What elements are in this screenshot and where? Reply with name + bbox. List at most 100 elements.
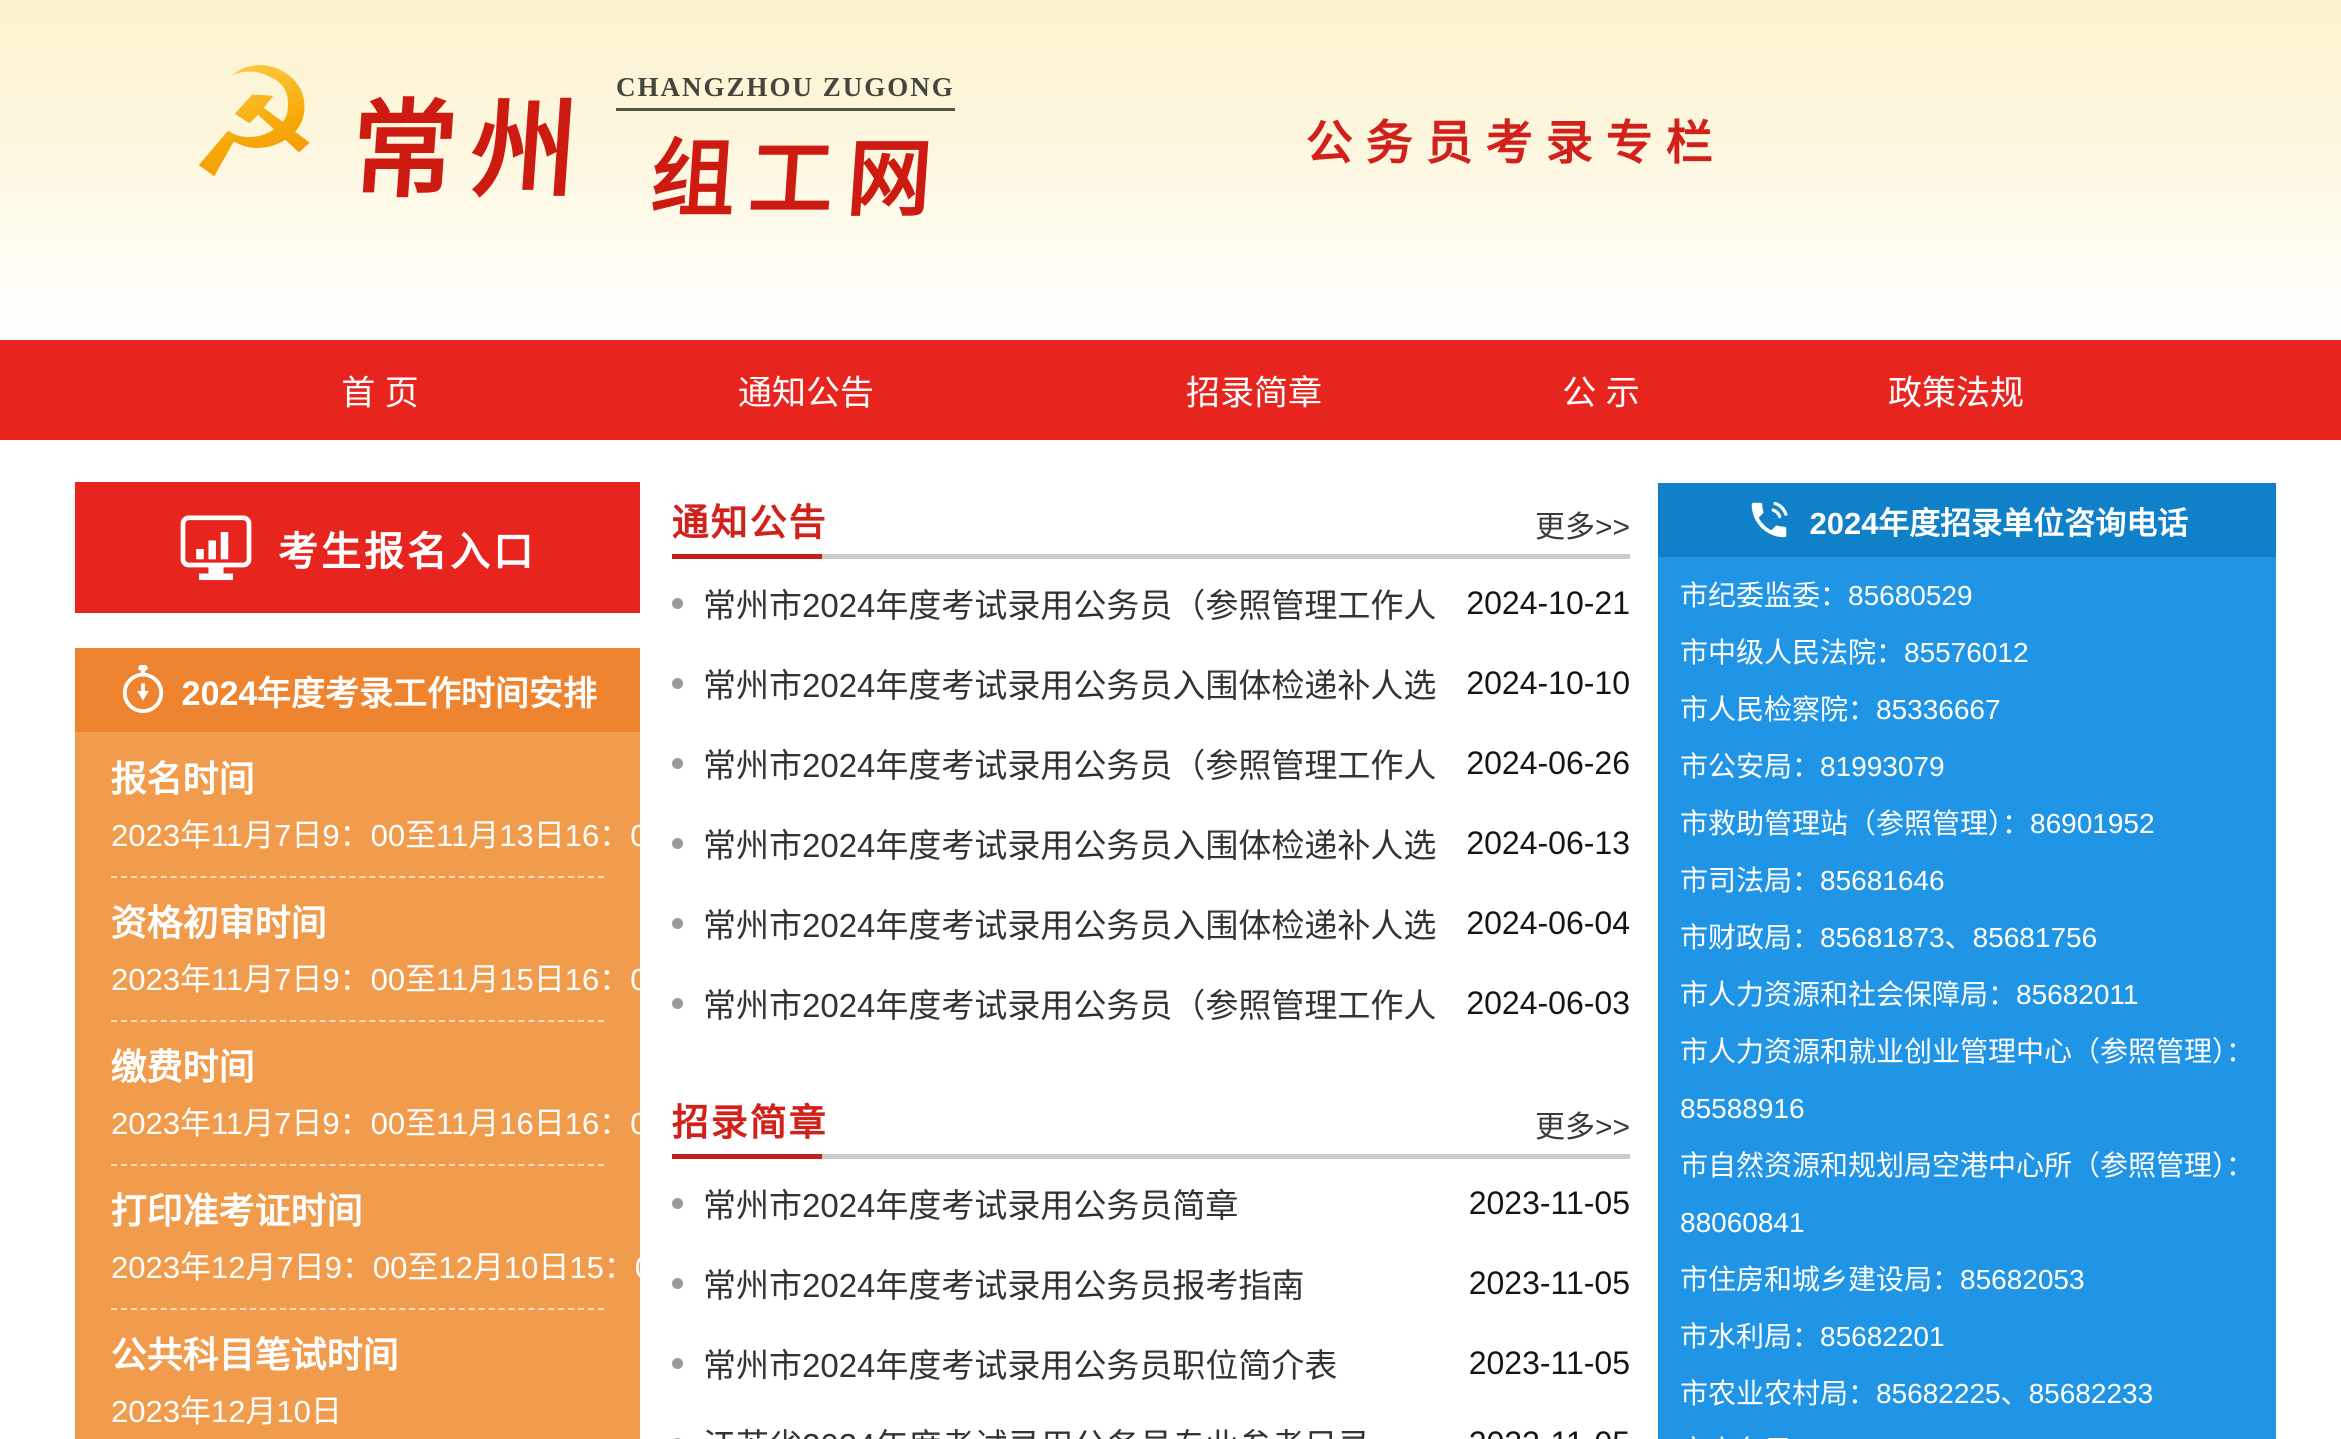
monitor-chart-icon bbox=[179, 515, 253, 581]
schedule-item: 资格初审时间 2023年11月7日9：00至11月15日16：00 bbox=[111, 900, 604, 1022]
notice-list-item: 常州市2024年度考试录用公务员入围体检递补人选 2024-06-04 bbox=[672, 883, 1630, 963]
notice-list-item: 常州市2024年度考试录用公务员（参照管理工作人 2024-06-26 bbox=[672, 723, 1630, 803]
schedule-item-time: 2023年12月10日 bbox=[111, 1392, 604, 1432]
schedule-item-name: 缴费时间 bbox=[111, 1044, 604, 1090]
recruit-list-item: 江苏省2024年度考试录用公务员专业参考目录 2023-11-05 bbox=[672, 1403, 1630, 1439]
notice-section-title: 通知公告 bbox=[672, 492, 828, 546]
phone-directory-entry: 市人力资源和就业创业管理中心（参照管理）：85588916 bbox=[1680, 1023, 2254, 1137]
notice-date: 2024-10-10 bbox=[1466, 665, 1630, 702]
phone-directory-entry: 市人力资源和社会保障局：85682011 bbox=[1680, 966, 2254, 1023]
site-logo-sub[interactable]: 组工网 bbox=[648, 112, 950, 233]
schedule-item: 报名时间 2023年11月7日9：00至11月13日16：00 bbox=[111, 756, 604, 878]
notice-list-item: 常州市2024年度考试录用公务员（参照管理工作人 2024-10-21 bbox=[672, 563, 1630, 643]
bullet-icon bbox=[672, 998, 683, 1009]
schedule-item: 打印准考证时间 2023年12月7日9：00至12月10日15：00 bbox=[111, 1188, 604, 1310]
recruit-link[interactable]: 常州市2024年度考试录用公务员报考指南 bbox=[703, 1259, 1449, 1307]
phone-directory-entry: 市中级人民法院：85576012 bbox=[1680, 624, 2254, 681]
party-emblem-icon: ☭ bbox=[186, 48, 322, 200]
phone-directory-entry: 市商务局：85682313 bbox=[1680, 1422, 2254, 1439]
phone-directory-entry: 市公安局：81993079 bbox=[1680, 738, 2254, 795]
schedule-list: 报名时间 2023年11月7日9：00至11月13日16：00 资格初审时间 2… bbox=[75, 732, 640, 1432]
bullet-icon bbox=[672, 1358, 683, 1369]
schedule-title: 2024年度考录工作时间安排 bbox=[182, 666, 598, 715]
schedule-item-name: 资格初审时间 bbox=[111, 900, 604, 946]
phone-icon bbox=[1746, 497, 1792, 543]
phone-directory-entry: 市财政局：85681873、85681756 bbox=[1680, 909, 2254, 966]
site-header: ☭ 常州 组工网 CHANGZHOU ZUGONG 公务员考录专栏 bbox=[0, 0, 2341, 340]
phone-directory-entry: 市自然资源和规划局空港中心所（参照管理）：88060841 bbox=[1680, 1137, 2254, 1251]
bullet-icon bbox=[672, 1278, 683, 1289]
notice-date: 2024-10-21 bbox=[1466, 585, 1630, 622]
schedule-header: 2024年度考录工作时间安排 bbox=[75, 648, 640, 732]
bullet-icon bbox=[672, 758, 683, 769]
recruit-date: 2023-11-05 bbox=[1469, 1185, 1630, 1222]
recruit-section-title: 招录简章 bbox=[672, 1092, 828, 1146]
notice-section: 通知公告 更多>> 常州市2024年度考试录用公务员（参照管理工作人 2024-… bbox=[672, 492, 1630, 1043]
notice-link[interactable]: 常州市2024年度考试录用公务员入围体检递补人选 bbox=[703, 659, 1446, 707]
bullet-icon bbox=[672, 598, 683, 609]
schedule-item-time: 2023年11月7日9：00至11月13日16：00 bbox=[111, 816, 604, 856]
phone-directory-panel: 2024年度招录单位咨询电话 市纪委监委：85680529 市中级人民法院：85… bbox=[1658, 483, 2276, 1439]
site-logo[interactable]: 常州 bbox=[347, 64, 598, 218]
phone-directory-entry: 市司法局：85681646 bbox=[1680, 852, 2254, 909]
bullet-icon bbox=[672, 918, 683, 929]
notice-list: 常州市2024年度考试录用公务员（参照管理工作人 2024-10-21 常州市2… bbox=[672, 563, 1630, 1043]
notice-date: 2024-06-03 bbox=[1466, 985, 1630, 1022]
recruit-list-item: 常州市2024年度考试录用公务员报考指南 2023-11-05 bbox=[672, 1243, 1630, 1323]
schedule-item-time: 2023年11月7日9：00至11月16日16：00 bbox=[111, 1104, 604, 1144]
site-logo-en: CHANGZHOU ZUGONG bbox=[616, 72, 955, 111]
notice-date: 2024-06-04 bbox=[1466, 905, 1630, 942]
entry-button-label: 考生报名入口 bbox=[279, 519, 537, 577]
schedule-item: 公共科目笔试时间 2023年12月10日 bbox=[111, 1332, 604, 1432]
notice-link[interactable]: 常州市2024年度考试录用公务员（参照管理工作人 bbox=[703, 579, 1446, 627]
nav-item[interactable]: 招录简章 bbox=[1186, 366, 1322, 415]
bullet-icon bbox=[672, 1198, 683, 1209]
section-divider bbox=[672, 1154, 1630, 1159]
recruit-link[interactable]: 常州市2024年度考试录用公务员职位简介表 bbox=[703, 1339, 1449, 1387]
notice-date: 2024-06-26 bbox=[1466, 745, 1630, 782]
phone-directory-entry: 市农业农村局：85682225、85682233 bbox=[1680, 1365, 2254, 1422]
phone-directory-list: 市纪委监委：85680529 市中级人民法院：85576012 市人民检察院：8… bbox=[1658, 557, 2276, 1439]
recruit-list-item: 常州市2024年度考试录用公务员职位简介表 2023-11-05 bbox=[672, 1323, 1630, 1403]
recruit-date: 2023-11-05 bbox=[1469, 1345, 1630, 1382]
notice-list-item: 常州市2024年度考试录用公务员入围体检递补人选 2024-10-10 bbox=[672, 643, 1630, 723]
recruit-list: 常州市2024年度考试录用公务员简章 2023-11-05 常州市2024年度考… bbox=[672, 1163, 1630, 1439]
section-divider bbox=[672, 554, 1630, 559]
schedule-item: 缴费时间 2023年11月7日9：00至11月16日16：00 bbox=[111, 1044, 604, 1166]
notice-link[interactable]: 常州市2024年度考试录用公务员（参照管理工作人 bbox=[703, 739, 1446, 787]
schedule-item-name: 报名时间 bbox=[111, 756, 604, 802]
notice-list-item: 常州市2024年度考试录用公务员（参照管理工作人 2024-06-03 bbox=[672, 963, 1630, 1043]
candidate-register-entry-button[interactable]: 考生报名入口 bbox=[75, 482, 640, 613]
main-nav: 首 页 通知公告 招录简章 公 示 政策法规 bbox=[0, 340, 2341, 440]
nav-item[interactable]: 政策法规 bbox=[1888, 366, 2024, 415]
page: ☭ 常州 组工网 CHANGZHOU ZUGONG 公务员考录专栏 首 页 通知… bbox=[0, 0, 2341, 1439]
recruit-link[interactable]: 江苏省2024年度考试录用公务员专业参考目录 bbox=[703, 1419, 1449, 1439]
schedule-item-time: 2023年11月7日9：00至11月15日16：00 bbox=[111, 960, 604, 1000]
schedule-item-name: 打印准考证时间 bbox=[111, 1188, 604, 1234]
recruit-link[interactable]: 常州市2024年度考试录用公务员简章 bbox=[703, 1179, 1449, 1227]
schedule-item-time: 2023年12月7日9：00至12月10日15：00 bbox=[111, 1248, 604, 1288]
recruit-list-item: 常州市2024年度考试录用公务员简章 2023-11-05 bbox=[672, 1163, 1630, 1243]
recruit-more-link[interactable]: 更多>> bbox=[1535, 1102, 1630, 1146]
notice-more-link[interactable]: 更多>> bbox=[1535, 502, 1630, 546]
recruit-section: 招录简章 更多>> 常州市2024年度考试录用公务员简章 2023-11-05 … bbox=[672, 1092, 1630, 1439]
bullet-icon bbox=[672, 838, 683, 849]
notice-link[interactable]: 常州市2024年度考试录用公务员（参照管理工作人 bbox=[703, 979, 1446, 1027]
bullet-icon bbox=[672, 678, 683, 689]
notice-link[interactable]: 常州市2024年度考试录用公务员入围体检递补人选 bbox=[703, 819, 1446, 867]
phone-directory-header: 2024年度招录单位咨询电话 bbox=[1658, 483, 2276, 557]
recruit-date: 2023-11-05 bbox=[1469, 1425, 1630, 1439]
notice-date: 2024-06-13 bbox=[1466, 825, 1630, 862]
phone-directory-entry: 市水利局：85682201 bbox=[1680, 1308, 2254, 1365]
nav-item[interactable]: 公 示 bbox=[1562, 366, 1639, 415]
nav-item[interactable]: 首 页 bbox=[341, 366, 418, 415]
schedule-panel: 2024年度考录工作时间安排 报名时间 2023年11月7日9：00至11月13… bbox=[75, 648, 640, 1439]
notice-link[interactable]: 常州市2024年度考试录用公务员入围体检递补人选 bbox=[703, 899, 1446, 947]
recruit-date: 2023-11-05 bbox=[1469, 1265, 1630, 1302]
notice-list-item: 常州市2024年度考试录用公务员入围体检递补人选 2024-06-13 bbox=[672, 803, 1630, 883]
nav-item[interactable]: 通知公告 bbox=[738, 366, 874, 415]
phone-directory-entry: 市人民检察院：85336667 bbox=[1680, 681, 2254, 738]
phone-directory-entry: 市救助管理站（参照管理）：86901952 bbox=[1680, 795, 2254, 852]
timer-icon bbox=[118, 664, 168, 716]
page-title: 公务员考录专栏 bbox=[1306, 104, 1726, 173]
